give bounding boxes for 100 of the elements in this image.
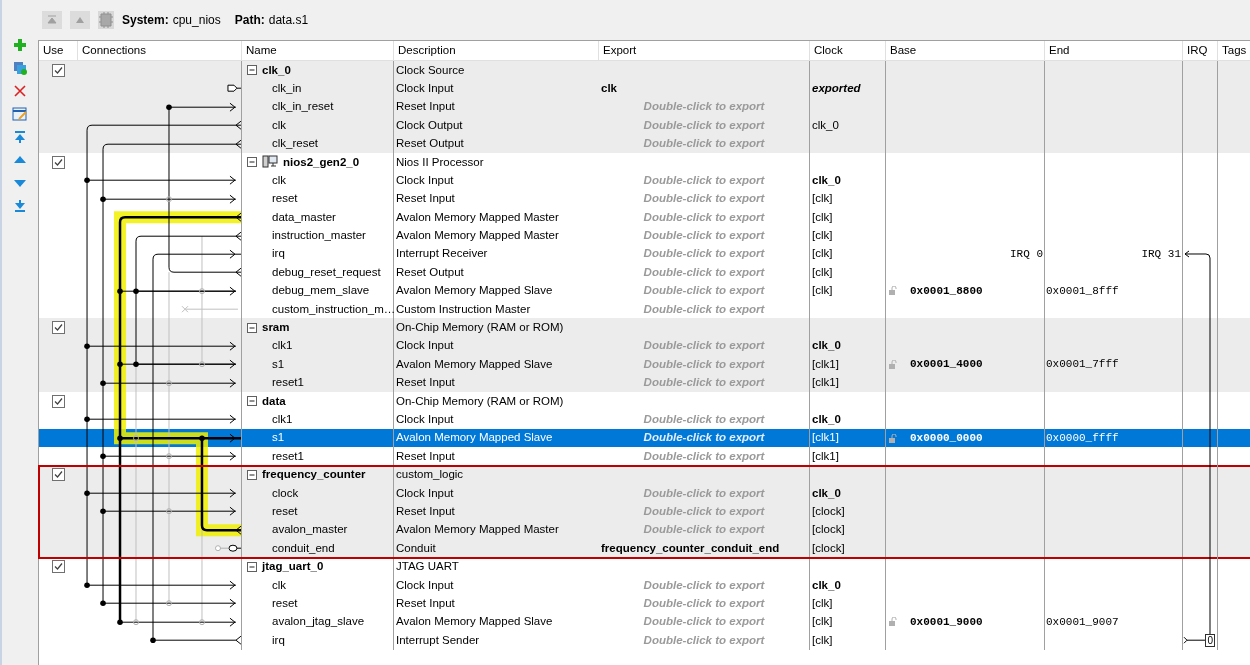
port-description: Avalon Memory Mapped Master [396,522,559,538]
path-label: Path: [234,12,265,29]
move-to-bottom-icon[interactable] [12,198,28,214]
port-description: Interrupt Sender [396,632,480,648]
port-name: conduit_end [272,540,335,556]
base-address[interactable]: 0x0001_8800 [910,282,983,300]
column-header[interactable]: Description [394,41,599,60]
port-description: Avalon Memory Mapped Slave [396,283,553,299]
remove-icon[interactable] [12,83,28,99]
port-description: Avalon Memory Mapped Master [396,228,559,244]
clock-name: [clk] [812,264,833,280]
clock-name: [clock] [812,503,845,519]
move-to-top-icon[interactable] [12,129,28,145]
base-address[interactable]: 0x0001_9000 [910,613,983,631]
collapse-icon[interactable] [247,65,257,76]
clock-name: [clk] [812,614,833,630]
collapse-icon[interactable] [247,561,257,572]
port-description: Reset Input [396,595,455,611]
add-icon[interactable] [12,37,28,53]
column-header[interactable]: Use [39,41,78,60]
port-row[interactable]: s1 Avalon Memory Mapped Slave Double-click to export [clk1] 0x0000_0000 0x0000_ffff [39,428,1250,448]
component-description: Clock Source [396,62,465,78]
export-name[interactable]: frequency_counter_conduit_end [601,539,780,557]
use-checkbox[interactable] [52,394,65,408]
port-name: clk1 [272,412,293,427]
column-header[interactable]: Clock [810,41,886,60]
system-name: cpu_nios [172,12,221,29]
column-header[interactable]: Connections [78,41,242,60]
edit-icon[interactable] [12,106,28,122]
clock-name: [clk1] [812,448,839,464]
port-description: Avalon Memory Mapped Master [396,209,559,225]
clock-name: [clk] [812,191,833,207]
port-description: Clock Input [396,412,454,427]
port-name: avalon_jtag_slave [272,614,365,630]
module-icon[interactable] [12,60,28,76]
port-description: Clock Input [396,577,454,593]
end-address: 0x0001_8fff [1046,283,1119,299]
port-description: Clock Input [396,485,454,501]
collapse-icon[interactable] [247,396,257,407]
port-description: Reset Input [396,503,455,519]
port-name: reset [272,503,298,519]
base-address[interactable]: 0x0000_0000 [910,429,983,447]
port-name: reset1 [272,375,304,391]
port-description: Clock Input [396,172,454,188]
port-name: clk [272,117,287,133]
use-checkbox[interactable] [52,155,65,169]
collapse-icon[interactable] [247,322,257,333]
port-description: Avalon Memory Mapped Slave [396,356,553,372]
port-name: clk_in [272,80,302,96]
end-address: 0x0001_7fff [1046,357,1119,373]
component-description: JTAG UART [396,559,459,575]
system-label: System: [122,12,169,29]
component-description: On-Chip Memory (RAM or ROM) [396,320,564,336]
end-address: 0x0001_9007 [1046,614,1119,630]
export-name[interactable]: clk [601,79,617,98]
collapse-icon[interactable] [247,469,257,480]
port-description: Clock Input [396,338,454,354]
clock-name: [clock] [812,540,845,556]
column-header[interactable]: Name [242,41,394,60]
port-description: Reset Input [396,191,455,207]
component-name: frequency_counter [262,467,366,483]
port-name: instruction_master [272,228,366,244]
collapse-all-icon [47,15,57,25]
use-checkbox[interactable] [52,321,65,335]
export-placeholder[interactable]: Double-click to export [643,429,765,447]
port-description: Avalon Memory Mapped Slave [396,614,553,630]
use-checkbox[interactable] [52,63,65,77]
clock-name: exported [812,80,861,96]
port-description: Clock Output [396,117,463,133]
column-header[interactable]: Base [886,41,1045,60]
component-name: sram [262,320,290,336]
clock-name: clk_0 [812,338,841,354]
base-address[interactable]: 0x0001_4000 [910,356,983,373]
use-checkbox[interactable] [52,560,65,574]
component-description: On-Chip Memory (RAM or ROM) [396,393,564,409]
port-name: clk [272,172,287,188]
computer-icon [262,155,278,170]
clock-name: [clk] [812,283,833,299]
clock-name: [clock] [812,522,845,538]
component-description: Nios II Processor [396,154,484,170]
port-name: data_master [272,209,336,225]
port-name: debug_reset_request [272,264,381,280]
port-description: Conduit [396,540,436,556]
column-header[interactable]: Tags [1218,41,1250,60]
port-description: Custom Instruction Master [396,301,531,317]
port-row[interactable]: irq Interrupt Sender Double-click to export [clk] 0 [39,631,1250,650]
column-header[interactable]: End [1045,41,1183,60]
irq-number[interactable]: 0 [1205,633,1215,647]
clock-name: clk_0 [812,172,841,188]
use-checkbox[interactable] [52,468,65,482]
path-value: data.s1 [268,12,309,29]
clock-name: [clk] [812,246,833,262]
component-name: clk_0 [262,62,291,78]
clock-name: clk_0 [812,577,841,593]
clock-name: clk_0 [812,117,839,133]
port-name: s1 [272,430,285,446]
column-header[interactable]: Export [599,41,810,60]
port-name: reset [272,595,298,611]
collapse-icon[interactable] [247,157,257,168]
column-header[interactable]: IRQ [1183,41,1218,60]
